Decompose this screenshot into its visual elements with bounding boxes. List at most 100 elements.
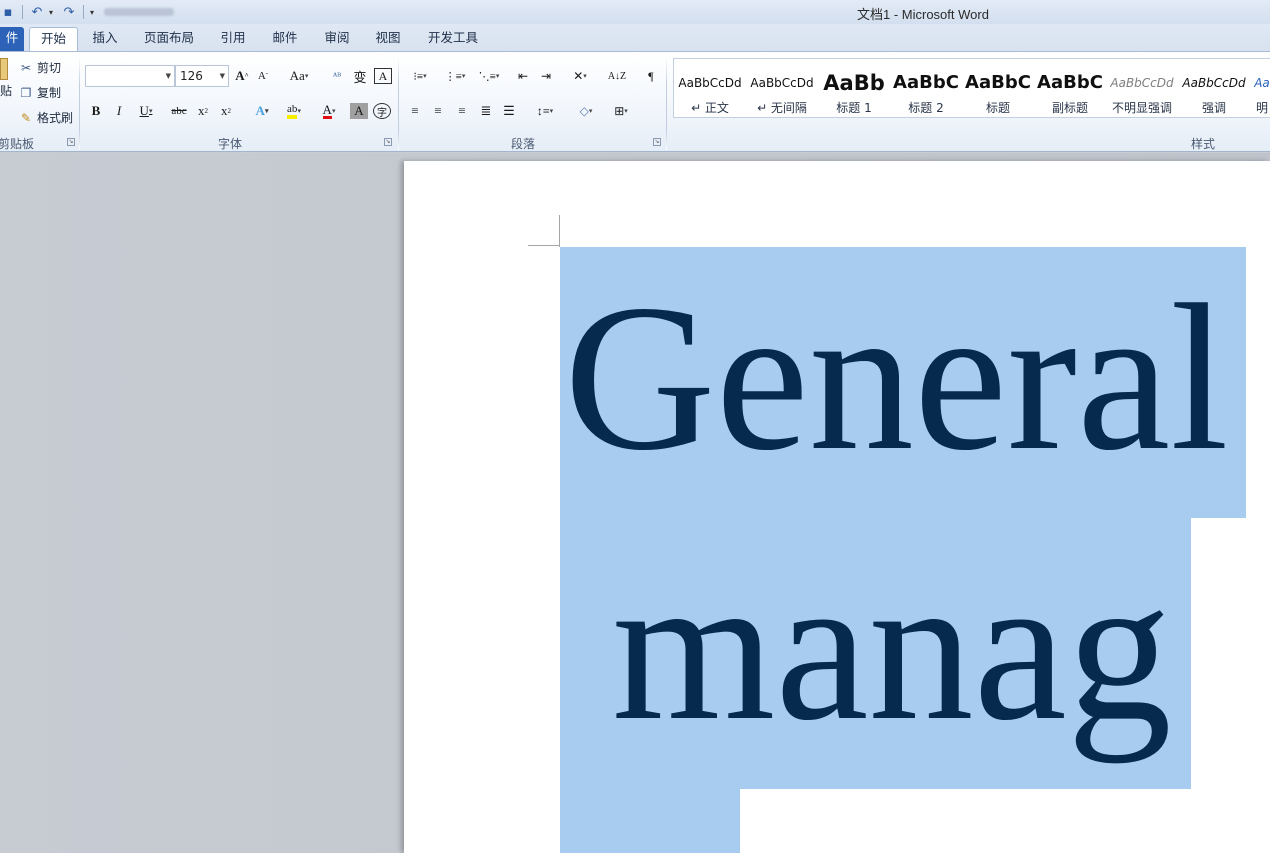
format-painter-icon: ✎ [20, 110, 32, 125]
scissors-icon: ✂ [20, 60, 32, 75]
align-right-icon[interactable]: ≡ [452, 100, 472, 122]
style-no-spacing[interactable]: AaBbCcDd ↵ 无间隔 [746, 59, 818, 117]
save-icon[interactable]: ▪ [0, 4, 16, 20]
tab-file[interactable]: 件 [0, 27, 24, 51]
font-color-icon[interactable]: A ▾ [314, 100, 344, 122]
align-left-icon[interactable]: ≡ [405, 100, 425, 122]
blurred-qat-item [104, 8, 174, 16]
cut-button[interactable]: ✂ 剪切 [18, 59, 61, 76]
tab-references[interactable]: 引用 [216, 27, 250, 51]
clipboard-group-label: 剪贴板 [0, 137, 35, 151]
clipboard-launcher-icon[interactable]: ↘ [67, 138, 75, 146]
style-sample: AaBb [823, 71, 885, 95]
chinese-layout-icon[interactable]: ✕ ▾ [566, 65, 594, 87]
undo-icon[interactable]: ↶ [29, 4, 45, 20]
font-size-dropdown-icon[interactable]: ▼ [220, 66, 225, 86]
paragraph-launcher-icon[interactable]: ↘ [653, 138, 661, 146]
change-case-icon[interactable]: Aa ▾ [286, 65, 312, 87]
style-sample: AaBbC [965, 72, 1031, 93]
highlight-icon[interactable]: ab ▾ [279, 100, 309, 122]
paragraph-group-label: 段落 [511, 137, 536, 151]
style-name: 标题 [985, 101, 1010, 115]
group-separator [398, 56, 399, 150]
ribbon: 贴 ✂ 剪切 ❐ 复制 ✎ 格式刷 剪贴板 ↘ ▼ 126 ▼ A ^ Aˇ Aa… [0, 51, 1270, 152]
font-size-value: 126 [180, 69, 203, 83]
style-normal[interactable]: AaBbCcDd ↵ 正文 [674, 59, 746, 117]
font-size-field[interactable]: 126 ▼ [175, 65, 229, 87]
clear-format-icon[interactable]: ᴬᴮ [327, 65, 347, 87]
font-group-label: 字体 [218, 137, 243, 151]
style-subtle-emphasis[interactable]: AaBbCcDd 不明显强调 [1106, 59, 1178, 117]
line-spacing-icon[interactable]: ↕≡ ▾ [530, 100, 560, 122]
style-emphasis[interactable]: AaBbCcDd 强调 [1178, 59, 1250, 117]
styles-group-label: 样式 [1191, 137, 1216, 151]
style-heading-2[interactable]: AaBbC 标题 2 [890, 59, 962, 117]
sort-icon[interactable]: A↓Z [606, 65, 628, 87]
numbering-icon[interactable]: ⋮≡ ▾ [440, 65, 470, 87]
style-sample: AaBbCcDd [750, 76, 814, 90]
style-name: 标题 2 [908, 101, 944, 115]
style-sample: AaBbCcDd [1110, 76, 1174, 90]
shading-icon[interactable]: ◇ ▾ [571, 100, 601, 122]
shrink-font-icon[interactable]: Aˇ [254, 65, 272, 87]
multilevel-list-icon[interactable]: ⋱≡ ▾ [474, 65, 504, 87]
character-shading-icon[interactable]: A [350, 103, 368, 119]
tab-view[interactable]: 视图 [371, 27, 405, 51]
font-name-dropdown-icon[interactable]: ▼ [166, 66, 171, 86]
grow-font-icon[interactable]: A ^ [233, 65, 251, 87]
style-name: 明 [1255, 101, 1268, 115]
customize-qat-icon[interactable]: ▾ [90, 8, 98, 17]
style-intense-emphasis[interactable]: Aa 明 [1250, 59, 1270, 117]
subscript-icon[interactable]: x2 [194, 100, 212, 122]
strikethrough-icon[interactable]: abc [168, 100, 190, 122]
undo-dropdown-icon[interactable]: ▾ [49, 8, 57, 17]
style-name: ↵ 正文 [691, 101, 729, 115]
document-text-line[interactable]: manag [612, 543, 1172, 753]
underline-icon[interactable]: U ▾ [135, 100, 157, 122]
qat-separator [22, 5, 23, 19]
character-border-icon[interactable]: A [374, 68, 392, 84]
window-title: 文档1 - Microsoft Word [857, 7, 989, 22]
copy-label: 复制 [37, 86, 62, 100]
paste-icon [0, 58, 8, 80]
tab-home[interactable]: 开始 [29, 27, 78, 51]
tab-developer[interactable]: 开发工具 [424, 27, 482, 51]
align-center-icon[interactable]: ≡ [428, 100, 448, 122]
distributed-icon[interactable]: ☰ [499, 100, 519, 122]
increase-indent-icon[interactable]: ⇥ [536, 65, 556, 87]
bullets-icon[interactable]: ⁝≡ ▾ [405, 65, 435, 87]
justify-icon[interactable]: ≣ [476, 100, 496, 122]
qat-separator [83, 5, 84, 19]
show-marks-icon[interactable]: ¶ [642, 65, 660, 87]
paste-button[interactable]: 贴 [0, 58, 12, 99]
style-subtitle[interactable]: AaBbC 副标题 [1034, 59, 1106, 117]
tab-review[interactable]: 审阅 [320, 27, 354, 51]
superscript-icon[interactable]: x2 [217, 100, 235, 122]
copy-button[interactable]: ❐ 复制 [18, 84, 61, 101]
text-effects-icon[interactable]: A ▾ [249, 100, 275, 122]
tab-insert[interactable]: 插入 [88, 27, 122, 51]
style-sample: AaBbCcDd [678, 76, 742, 90]
phonetic-guide-icon[interactable]: 变 [350, 65, 370, 87]
cut-label: 剪切 [37, 61, 62, 75]
document-text-line[interactable]: General [564, 273, 1229, 483]
decrease-indent-icon[interactable]: ⇤ [513, 65, 533, 87]
format-painter-label: 格式刷 [37, 111, 74, 125]
style-sample: AaBbC [1037, 72, 1103, 93]
font-launcher-icon[interactable]: ↘ [384, 138, 392, 146]
styles-gallery: AaBbCcDd ↵ 正文 AaBbCcDd ↵ 无间隔 AaBb 标题 1 A… [673, 58, 1270, 118]
tab-mailings[interactable]: 邮件 [268, 27, 302, 51]
style-title[interactable]: AaBbC 标题 [962, 59, 1034, 117]
style-name: 标题 1 [836, 101, 872, 115]
style-name: 不明显强调 [1111, 101, 1172, 115]
format-painter-button[interactable]: ✎ 格式刷 [18, 109, 73, 126]
redo-icon[interactable]: ↷ [61, 4, 77, 20]
enclose-characters-icon[interactable]: 字 [373, 103, 391, 119]
borders-icon[interactable]: ⊞ ▾ [606, 100, 636, 122]
tab-page-layout[interactable]: 页面布局 [140, 27, 198, 51]
group-separator [666, 56, 667, 150]
font-name-field[interactable]: ▼ [85, 65, 175, 87]
italic-icon[interactable]: I [111, 100, 127, 122]
bold-icon[interactable]: B [88, 100, 104, 122]
style-heading-1[interactable]: AaBb 标题 1 [818, 59, 890, 117]
